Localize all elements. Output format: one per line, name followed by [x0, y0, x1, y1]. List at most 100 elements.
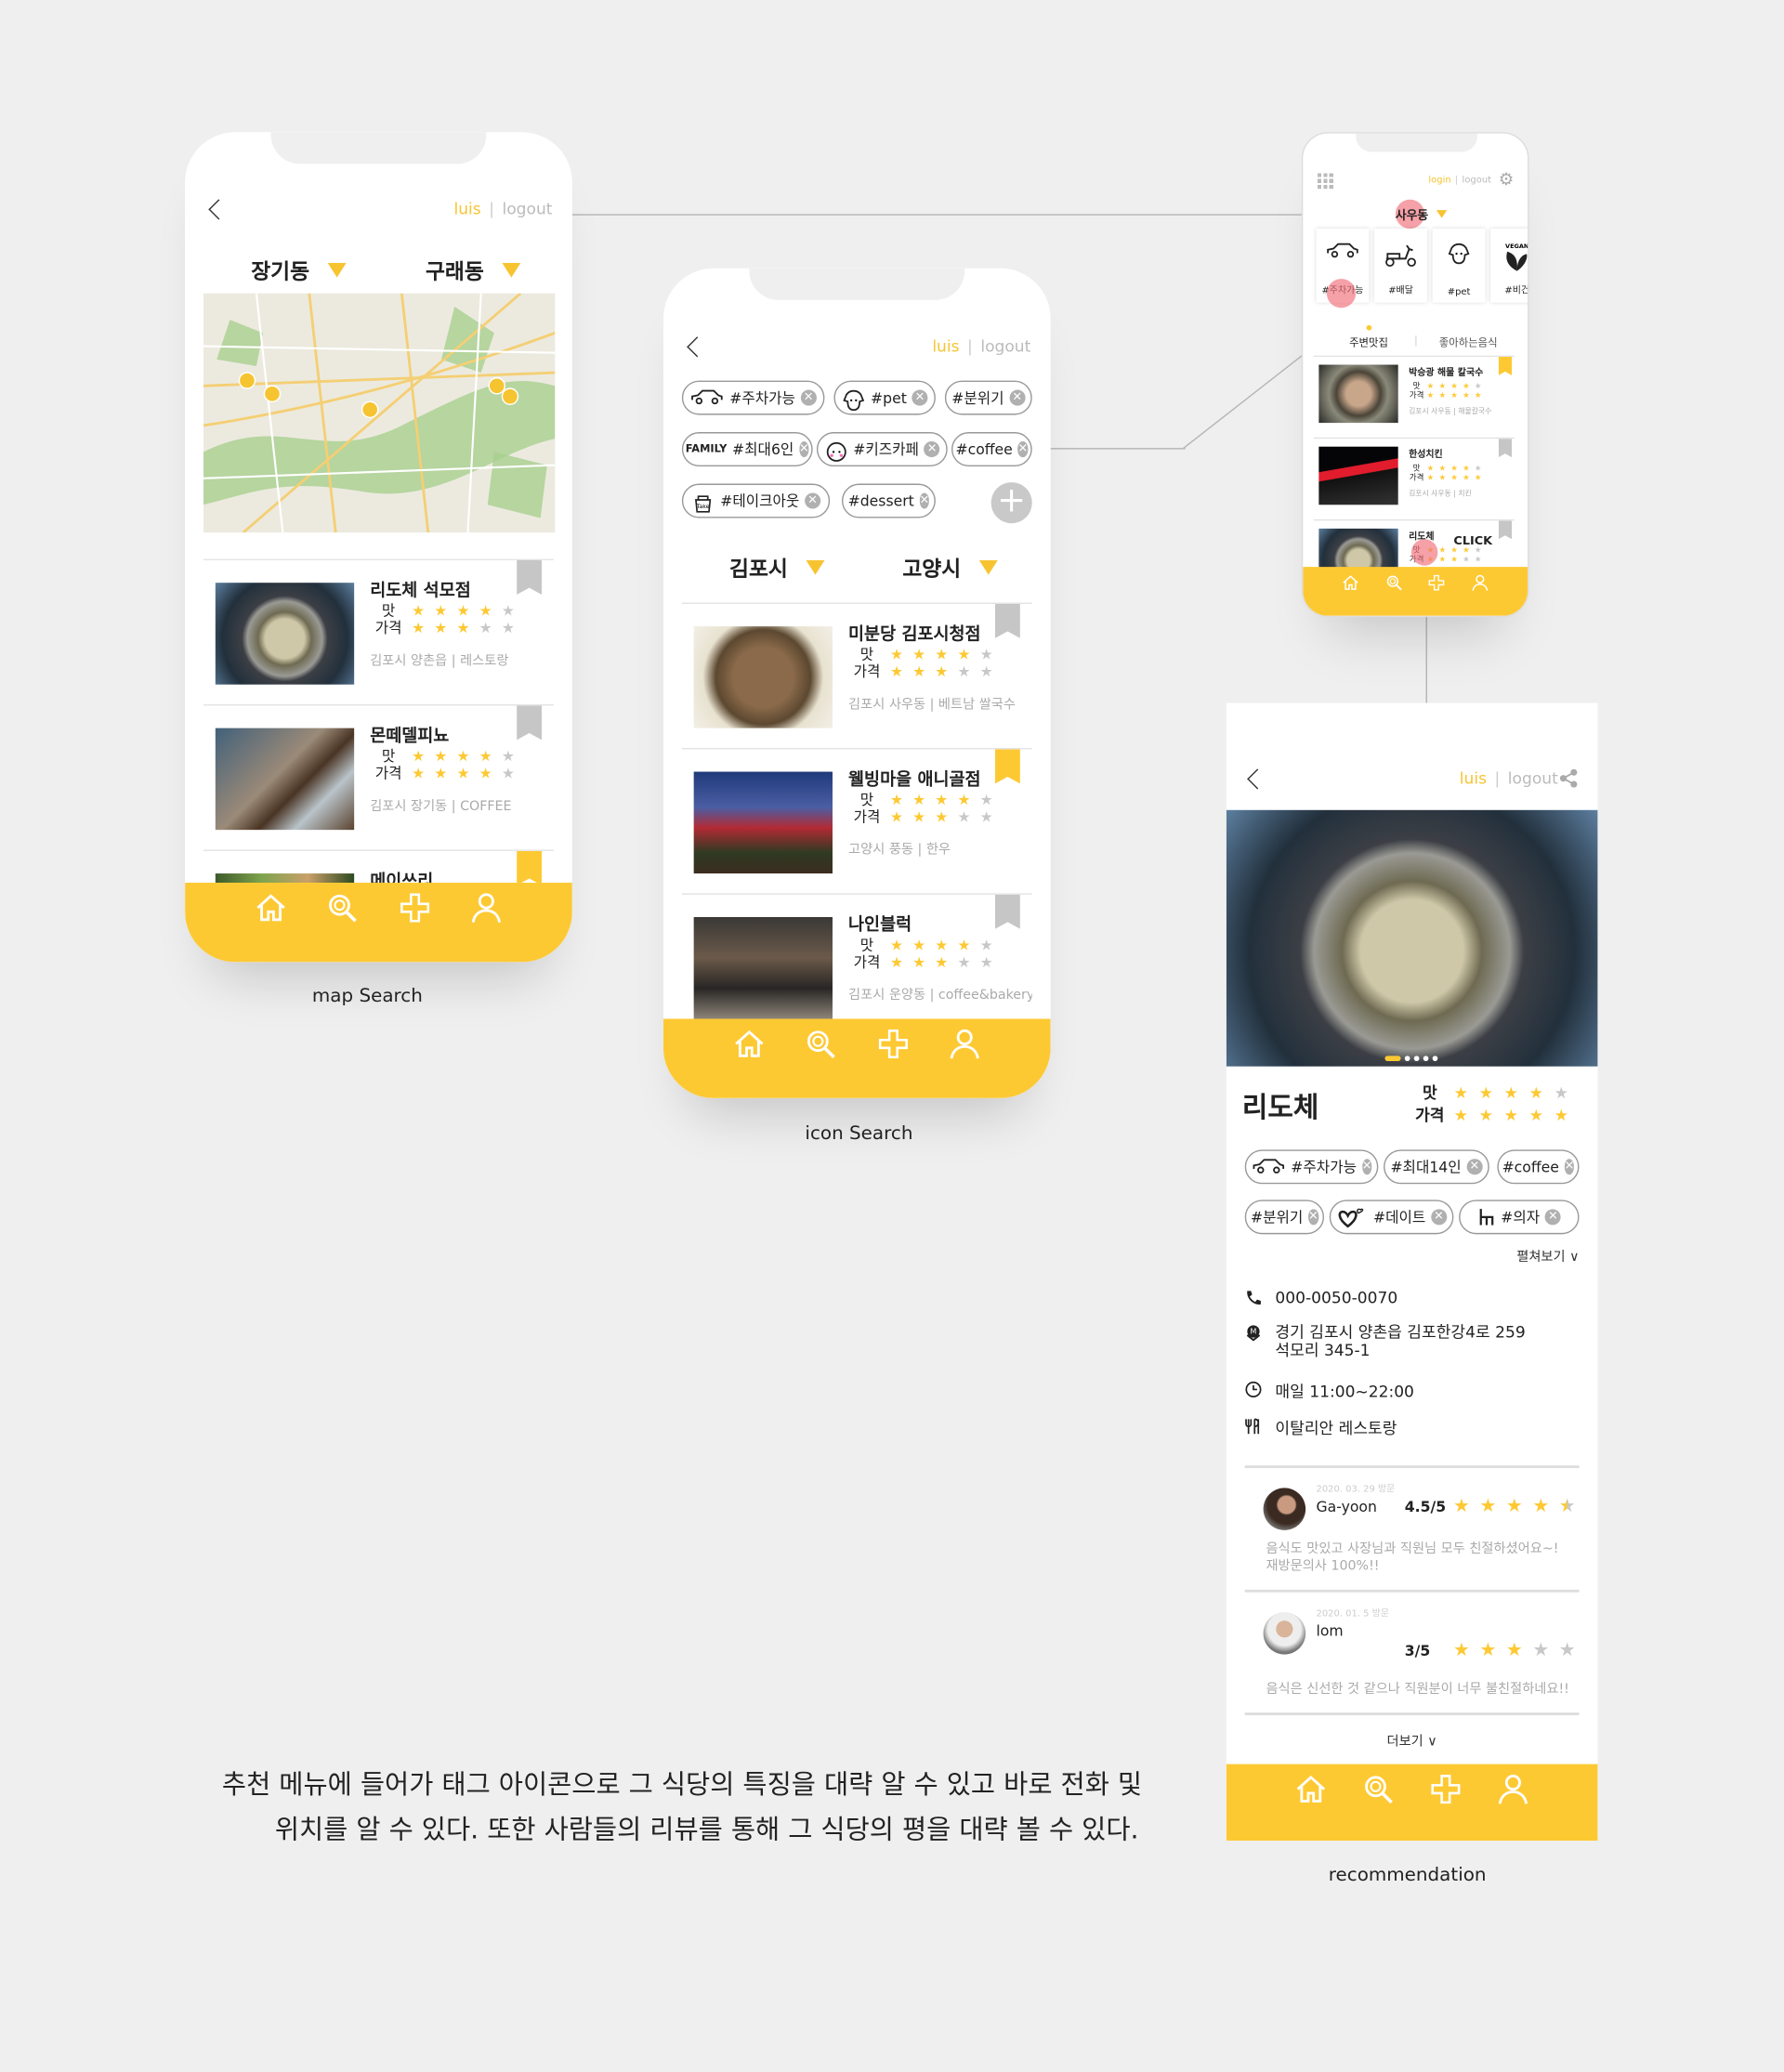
remove-tag-icon[interactable]: ✕ — [1564, 1159, 1575, 1175]
login-link[interactable]: login — [1428, 175, 1450, 185]
add-tag-button[interactable]: + — [990, 481, 1032, 524]
tag-chip[interactable]: #분위기 ✕ — [1244, 1200, 1325, 1235]
bookmark-icon[interactable] — [994, 894, 1020, 929]
reviewer-avatar[interactable] — [1263, 1612, 1306, 1655]
logout-link[interactable]: logout — [1508, 769, 1558, 788]
user-link[interactable]: luis — [932, 337, 959, 356]
tag-chip[interactable]: Take #테이크아웃 ✕ — [681, 483, 831, 518]
bookmark-icon[interactable] — [994, 603, 1020, 638]
bookmark-icon[interactable] — [517, 705, 543, 741]
search-icon[interactable] — [804, 1027, 838, 1061]
location-dropdown[interactable]: 사우동 — [1396, 206, 1448, 223]
remove-tag-icon[interactable]: ✕ — [798, 441, 809, 458]
page-dot[interactable] — [1404, 1056, 1410, 1062]
profile-icon[interactable] — [469, 891, 504, 925]
bookmark-icon[interactable] — [994, 749, 1020, 784]
back-icon[interactable] — [1247, 768, 1268, 790]
profile-icon[interactable] — [1496, 1772, 1530, 1806]
restaurant-list-item[interactable]: 미분당 김포시청점 맛 ★ ★ ★ ★ ★ 가격 ★ ★ ★ ★ ★ 김포시 사우동 | 베트남 쌀국수 — [681, 602, 1032, 748]
remove-tag-icon[interactable]: ✕ — [1466, 1159, 1483, 1175]
page-dot[interactable] — [1423, 1056, 1429, 1062]
search-icon[interactable] — [1384, 572, 1403, 591]
phone-number[interactable]: 000-0050-0070 — [1275, 1289, 1397, 1307]
map-view[interactable] — [203, 293, 556, 533]
tag-chip[interactable]: #분위기 ✕ — [944, 380, 1032, 415]
category-vegan-leaf[interactable]: VEGAN #비건 — [1490, 229, 1528, 303]
restaurant-photo[interactable] — [1226, 809, 1598, 1067]
city-dropdown[interactable]: 고양시 — [902, 551, 999, 583]
tag-chip[interactable]: #coffee ✕ — [951, 432, 1032, 467]
category-dog[interactable]: #pet — [1432, 229, 1486, 303]
bookmark-icon[interactable] — [517, 560, 543, 595]
remove-tag-icon[interactable]: ✕ — [1430, 1209, 1447, 1226]
profile-icon[interactable] — [1471, 572, 1489, 591]
user-link[interactable]: luis — [453, 200, 480, 218]
page-dot[interactable] — [1432, 1056, 1438, 1062]
more-reviews-button[interactable]: 더보기 ∨ — [1226, 1730, 1598, 1750]
restaurant-list-item[interactable]: 나인블럭 맛 ★ ★ ★ ★ ★ 가격 ★ ★ ★ ★ ★ 김포시 운양동 | coffee&bakery — [681, 893, 1032, 1019]
active-page-dot[interactable] — [1384, 1056, 1401, 1062]
remove-tag-icon[interactable]: ✕ — [800, 389, 817, 406]
bookmark-icon[interactable] — [517, 850, 543, 884]
remove-tag-icon[interactable]: ✕ — [912, 389, 928, 406]
tag-chip[interactable]: #dessert ✕ — [841, 483, 936, 518]
bookmark-icon[interactable] — [1498, 520, 1512, 540]
logout-link[interactable]: logout — [980, 337, 1030, 356]
tag-chip[interactable]: #데이트 ✕ — [1329, 1200, 1454, 1235]
city-dropdown[interactable]: 김포시 — [729, 551, 825, 583]
tag-chip[interactable]: #키즈카페 ✕ — [816, 432, 948, 467]
logout-link[interactable]: logout — [503, 200, 553, 218]
tag-chip[interactable]: #coffee ✕ — [1497, 1149, 1580, 1185]
tab-nearby[interactable]: 주변맛집 — [1349, 335, 1388, 350]
home-icon[interactable] — [1342, 572, 1360, 591]
search-icon[interactable] — [325, 891, 360, 925]
reviewer-avatar[interactable] — [1263, 1488, 1306, 1530]
remove-tag-icon[interactable]: ✕ — [919, 492, 930, 509]
restaurant-list-item[interactable]: 메이쓰리맛★★★★★가격★★★★★ — [203, 849, 554, 884]
page-dot[interactable] — [1413, 1056, 1420, 1062]
search-icon[interactable] — [1361, 1772, 1396, 1806]
restaurant-list-item[interactable]: 리도체 석모점 맛 ★ ★ ★ ★ ★ 가격 ★ ★ ★ ★ ★ 김포시 양촌읍 | 레스토랑 — [203, 558, 554, 704]
tag-chip[interactable]: #주차가능 ✕ — [681, 380, 825, 415]
category-scooter[interactable]: #배달 — [1374, 229, 1427, 303]
expand-tags-button[interactable]: 펼쳐보기 ∨ — [1516, 1245, 1579, 1265]
user-link[interactable]: luis — [1460, 769, 1487, 788]
tag-chip[interactable]: #주차가능 ✕ — [1244, 1149, 1379, 1185]
settings-gear-icon[interactable]: ⚙ — [1499, 172, 1515, 189]
remove-tag-icon[interactable]: ✕ — [1361, 1159, 1372, 1175]
remove-tag-icon[interactable]: ✕ — [924, 441, 940, 458]
remove-tag-icon[interactable]: ✕ — [804, 492, 821, 509]
restaurant-list-item[interactable]: 한성치킨 맛 ★ ★ ★ ★ ★ 가격 ★ ★ ★ ★ ★ 김포시 사우동 | 치킨 — [1313, 437, 1515, 519]
add-icon[interactable] — [1427, 572, 1446, 591]
district-dropdown[interactable]: 장기동 — [251, 254, 347, 285]
home-icon[interactable] — [254, 891, 288, 925]
profile-icon[interactable] — [948, 1027, 982, 1061]
share-icon[interactable] — [1559, 768, 1578, 788]
tag-chip[interactable]: FAMILY #최대6인 ✕ — [681, 432, 813, 467]
logout-link[interactable]: logout — [1463, 175, 1491, 185]
phone-row[interactable]: 000-0050-0070 — [1245, 1289, 1397, 1307]
tag-chip[interactable]: #최대14인 ✕ — [1384, 1149, 1489, 1185]
bookmark-icon[interactable] — [1498, 439, 1512, 458]
remove-tag-icon[interactable]: ✕ — [1009, 389, 1026, 406]
grid-menu-icon[interactable] — [1317, 173, 1333, 190]
bookmark-icon[interactable] — [1498, 356, 1512, 375]
home-icon[interactable] — [732, 1027, 767, 1061]
remove-tag-icon[interactable]: ✕ — [1017, 441, 1029, 458]
tag-chip[interactable]: #pet ✕ — [833, 380, 936, 415]
restaurant-list-item[interactable]: 몬떼델피뇨 맛 ★ ★ ★ ★ ★ 가격 ★ ★ ★ ★ ★ 김포시 장기동 | COFFEE — [203, 704, 554, 849]
tab-favorite-food[interactable]: 좋아하는음식 — [1439, 335, 1498, 350]
back-icon[interactable] — [687, 336, 708, 358]
restaurant-list-item[interactable]: 웰빙마을 애니골점 맛 ★ ★ ★ ★ ★ 가격 ★ ★ ★ ★ ★ 고양시 풍동 | 한우 — [681, 747, 1032, 893]
remove-tag-icon[interactable]: ✕ — [1544, 1209, 1561, 1226]
district-dropdown[interactable]: 구래동 — [426, 254, 521, 285]
tag-chip[interactable]: #의자 ✕ — [1459, 1200, 1580, 1235]
remove-tag-icon[interactable]: ✕ — [1308, 1209, 1318, 1226]
add-icon[interactable] — [1429, 1772, 1463, 1806]
add-icon[interactable] — [398, 891, 432, 925]
restaurant-list-item[interactable]: 박승광 해물 칼국수 맛 ★ ★ ★ ★ ★ 가격 ★ ★ ★ ★ ★ 김포시 사우동 | 해물칼국수 — [1313, 355, 1515, 438]
home-icon[interactable] — [1293, 1772, 1328, 1806]
add-icon[interactable] — [875, 1027, 910, 1061]
back-icon[interactable] — [208, 199, 230, 220]
address-row[interactable]: M 경기 김포시 양촌읍 김포한강4로 259 석모리 345-1 — [1245, 1323, 1526, 1359]
